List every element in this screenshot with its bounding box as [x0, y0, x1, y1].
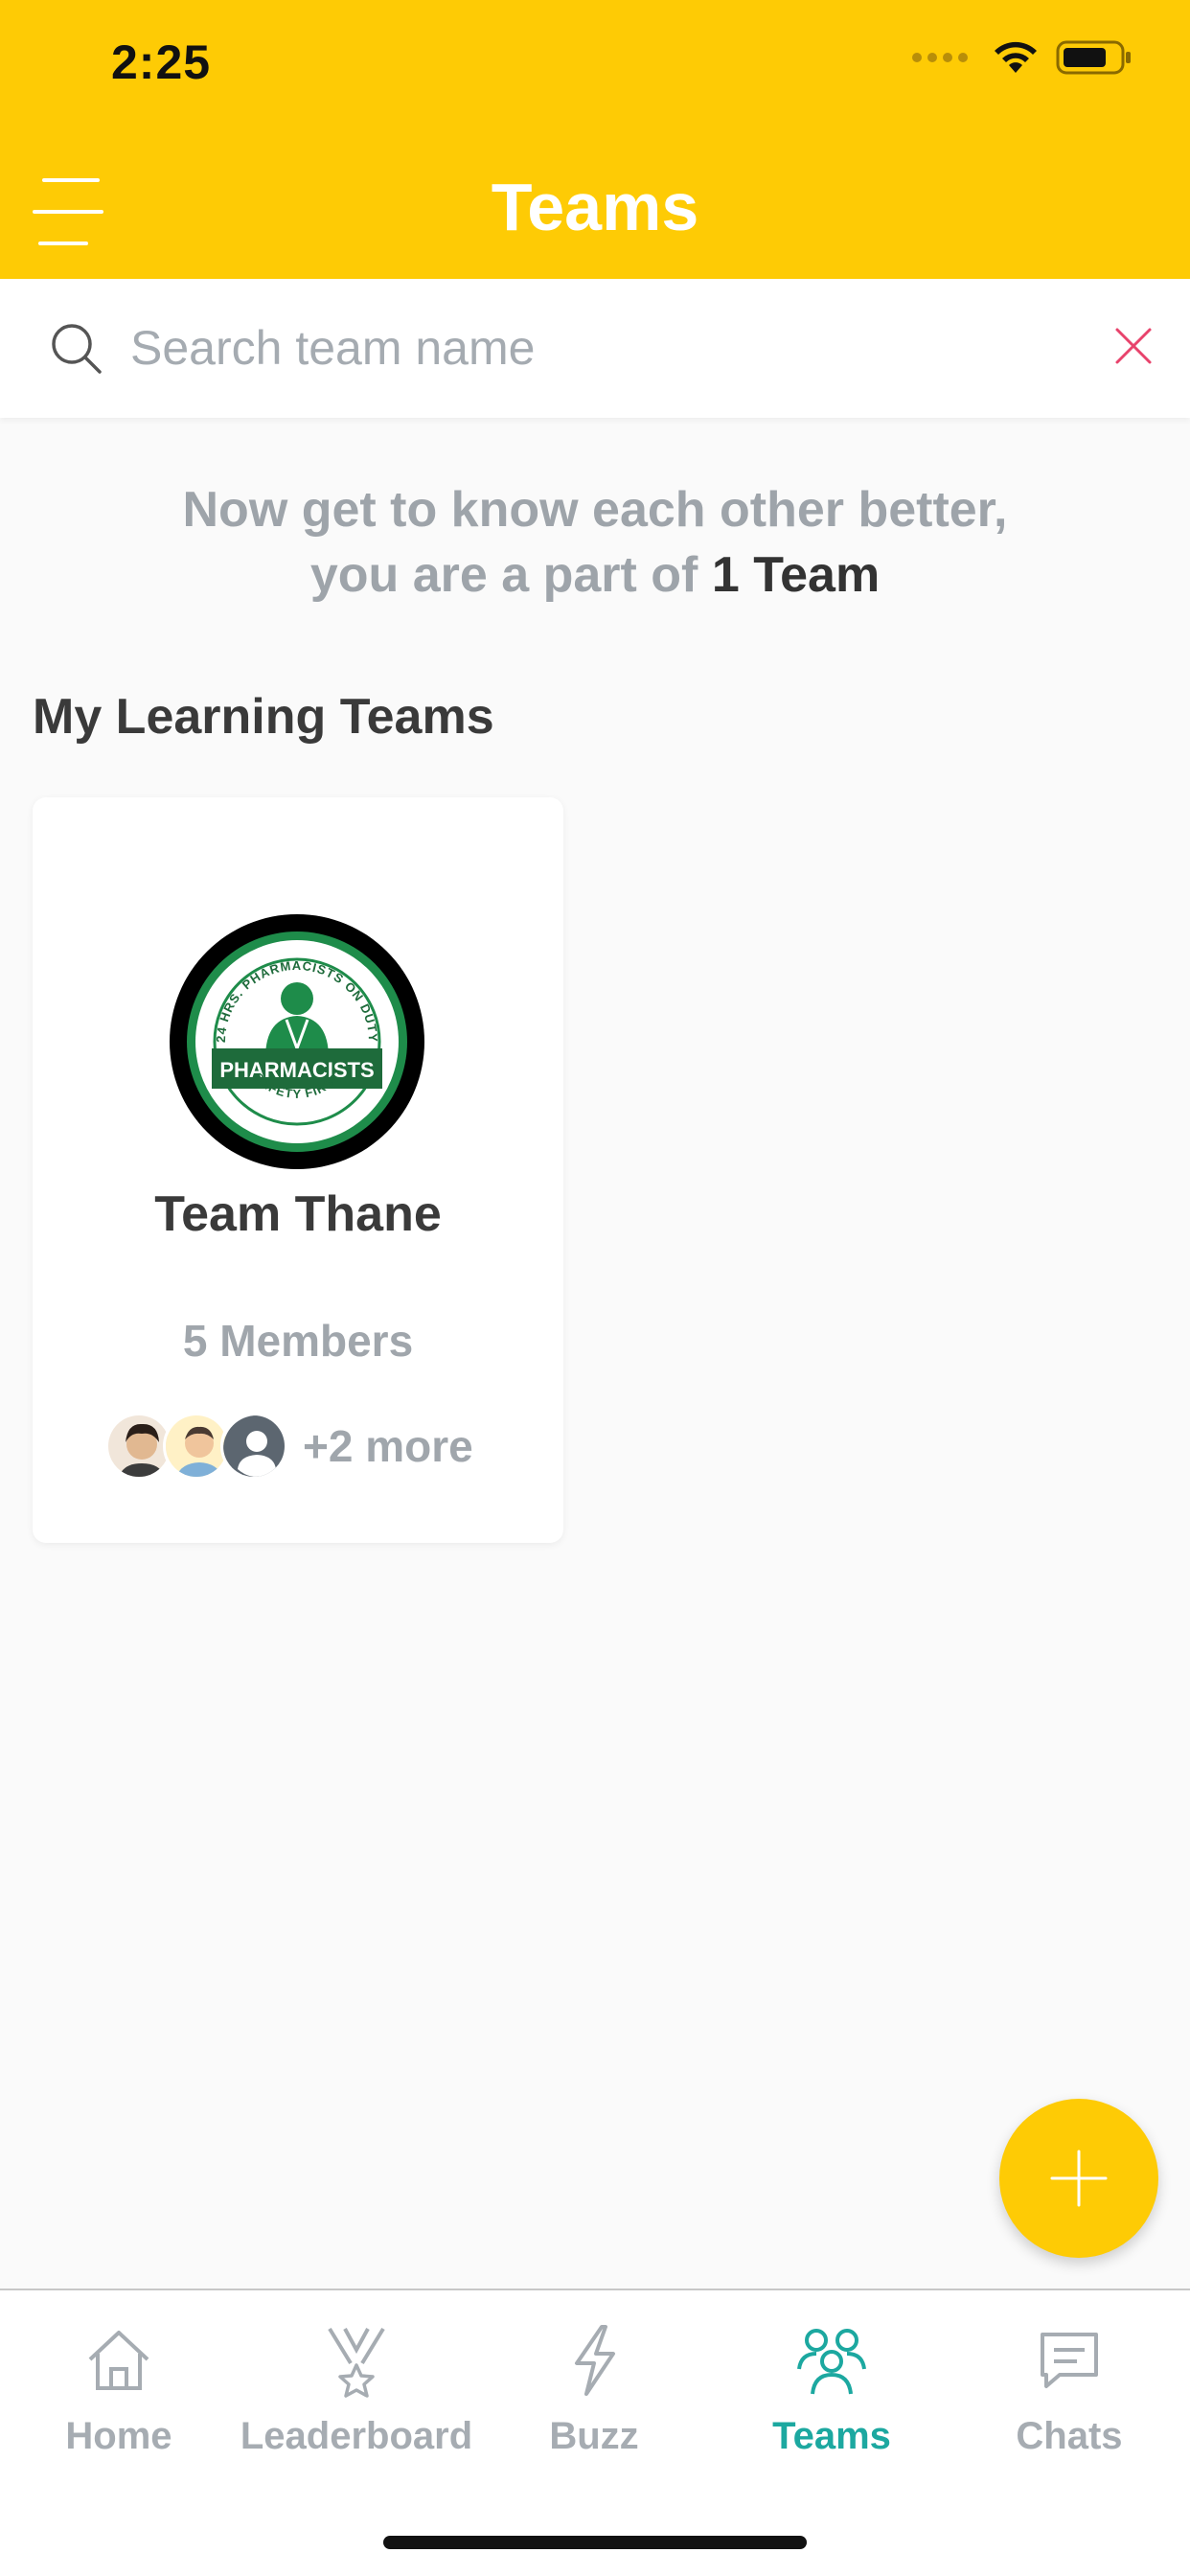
status-time: 2:25: [111, 35, 212, 89]
close-icon[interactable]: [1111, 324, 1156, 368]
lightning-icon: [575, 2325, 615, 2396]
search-input[interactable]: [130, 313, 1088, 382]
more-members-label: +2 more: [303, 1421, 473, 1471]
tab-buzz[interactable]: Buzz: [475, 2290, 713, 2501]
tab-label: Leaderboard: [240, 2415, 473, 2457]
section-title: My Learning Teams: [33, 689, 494, 745]
intro-line-1: Now get to know each other better,: [182, 482, 1008, 538]
tab-chats[interactable]: Chats: [950, 2290, 1188, 2501]
page-title: Teams: [491, 170, 699, 244]
team-count: 1 Team: [711, 547, 881, 603]
tab-label: Teams: [772, 2415, 891, 2457]
search-icon: [52, 324, 102, 374]
tab-label: Buzz: [549, 2415, 639, 2457]
team-name: Team Thane: [154, 1186, 442, 1242]
intro-line-2: you are a part of 1 Team: [0, 542, 1190, 608]
app-header: 2:25 Teams: [0, 0, 1190, 279]
tab-bar: Home Leaderboard Buzz Teams Chats: [0, 2288, 1190, 2576]
team-logo: 24 HRS. PHARMACISTS ON DUTY PHARMACISTS …: [170, 914, 424, 1169]
home-icon: [88, 2331, 149, 2390]
team-card[interactable]: 24 HRS. PHARMACISTS ON DUTY PHARMACISTS …: [33, 797, 563, 1543]
chat-bubble-icon: [1041, 2333, 1098, 2388]
avatar-placeholder-icon: [220, 1413, 287, 1480]
tab-home[interactable]: Home: [0, 2290, 238, 2501]
intro-text: Now get to know each other better, you a…: [0, 477, 1190, 608]
team-members-count: 5 Members: [182, 1316, 414, 1366]
intro-line-2-prefix: you are a part of: [309, 547, 698, 603]
medal-icon: [328, 2327, 385, 2398]
battery-icon: [1056, 40, 1131, 75]
tab-leaderboard[interactable]: Leaderboard: [238, 2290, 475, 2501]
tab-teams[interactable]: Teams: [713, 2290, 950, 2501]
add-team-button[interactable]: [999, 2099, 1158, 2258]
people-icon: [797, 2329, 866, 2395]
home-indicator: [383, 2536, 807, 2549]
cellular-signal-icon: [912, 53, 968, 62]
logo-banner-text: PHARMACISTS: [219, 1058, 374, 1082]
tab-label: Home: [65, 2415, 172, 2457]
wifi-icon: [995, 41, 1037, 73]
tab-label: Chats: [1016, 2415, 1123, 2457]
status-icons: [912, 38, 1133, 77]
member-avatars: +2 more: [105, 1411, 473, 1482]
plus-icon: [1050, 2150, 1108, 2207]
